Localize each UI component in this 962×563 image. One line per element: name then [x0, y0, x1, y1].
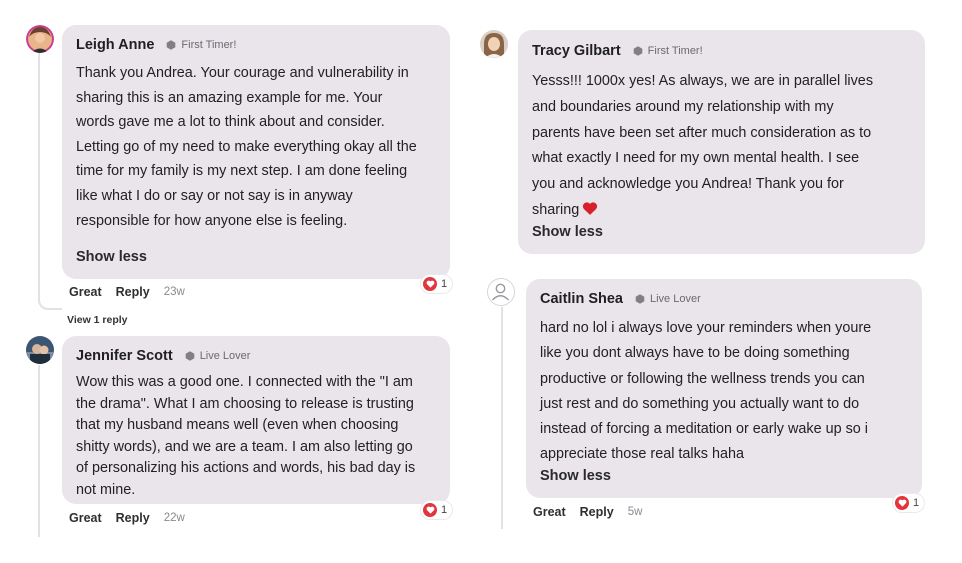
- show-less-link[interactable]: Show less: [532, 224, 603, 240]
- text-line: hard no lol i always love your reminders…: [540, 320, 872, 336]
- text-line: of personalizing his actions and words, …: [76, 460, 416, 477]
- hexagon-icon: [633, 46, 642, 56]
- avatar[interactable]: [26, 25, 54, 53]
- comment-actions: Great Reply 22w: [69, 511, 185, 525]
- reaction-count[interactable]: 1: [421, 501, 453, 519]
- comment-header: Leigh Anne First Timer!: [76, 37, 236, 53]
- comment-header: Jennifer Scott Live Lover: [76, 348, 250, 364]
- text-line: words gave me a lot to think about and c…: [76, 114, 385, 131]
- comment-text: Yesss!!! 1000x yes! As always, we are in…: [532, 69, 920, 224]
- reaction-number: 1: [441, 278, 448, 290]
- avatar[interactable]: [480, 30, 508, 58]
- thread-line: [501, 307, 503, 529]
- reply-connector: [38, 296, 62, 310]
- text-line: that my husband means well (even when ch…: [76, 417, 399, 434]
- timestamp: 22w: [163, 512, 185, 524]
- text-line: sharing: [532, 201, 580, 218]
- text-line: responsible for how anyone else is feeli…: [76, 212, 348, 229]
- text-line: and boundaries around my relationship wi…: [532, 98, 834, 115]
- comment-actions: Great Reply 23w: [69, 285, 185, 299]
- badge-label: Live Lover: [650, 293, 701, 305]
- reply-button[interactable]: Reply: [580, 505, 614, 519]
- member-badge: First Timer!: [166, 39, 236, 51]
- default-user-icon: [491, 283, 510, 301]
- hexagon-icon: [185, 351, 194, 361]
- view-replies-link[interactable]: View 1 reply: [67, 314, 128, 326]
- author-name[interactable]: Jennifer Scott: [76, 348, 173, 364]
- reaction-count[interactable]: 1: [893, 494, 925, 512]
- reaction-number: 1: [441, 504, 448, 516]
- timestamp: 23w: [163, 286, 185, 298]
- text-line: just rest and do something you actually …: [540, 395, 860, 412]
- heart-icon: [423, 503, 437, 517]
- comment-header: Tracy Gilbart First Timer!: [532, 43, 703, 59]
- text-line: not mine.: [76, 481, 136, 498]
- reply-button[interactable]: Reply: [116, 511, 150, 525]
- member-badge: Live Lover: [635, 293, 701, 305]
- text-line: you and acknowledge you Andrea! Thank yo…: [532, 176, 844, 193]
- avatar[interactable]: [26, 336, 54, 364]
- member-badge: Live Lover: [185, 350, 251, 362]
- text-line: instead of forcing a meditation or early…: [540, 421, 868, 438]
- comment-text: Wow this was a good one. I connected wit…: [76, 372, 444, 502]
- reaction-count[interactable]: 1: [421, 275, 453, 293]
- badge-label: First Timer!: [647, 45, 703, 57]
- text-line: Letting go of my need to make everything…: [76, 138, 417, 155]
- text-line: Thank you Andrea. Your courage and vulne…: [76, 65, 409, 81]
- text-line: appreciate those real talks haha: [540, 446, 744, 463]
- text-line: shitty words), and we are a team. I am a…: [76, 438, 413, 455]
- text-line: parents have been set after much conside…: [532, 124, 872, 141]
- avatar[interactable]: [487, 278, 515, 306]
- text-line: the drama". What I am choosing to releas…: [76, 395, 414, 412]
- heart-icon: [423, 277, 437, 291]
- thread-line: [38, 365, 40, 537]
- text-line: time for my family is my next step. I am…: [76, 163, 408, 180]
- great-button[interactable]: Great: [69, 285, 102, 299]
- comment-text: Thank you Andrea. Your courage and vulne…: [76, 61, 444, 233]
- reply-button[interactable]: Reply: [116, 285, 150, 299]
- text-line: Wow this was a good one. I connected wit…: [76, 374, 413, 390]
- heart-icon: [895, 496, 909, 510]
- hexagon-icon: [635, 294, 645, 304]
- red-heart-emoji: [583, 202, 598, 215]
- comment-text: hard no lol i always love your reminders…: [540, 316, 918, 468]
- text-line: Yesss!!! 1000x yes! As always, we are in…: [532, 73, 874, 89]
- author-name[interactable]: Leigh Anne: [76, 37, 154, 53]
- great-button[interactable]: Great: [69, 511, 102, 525]
- comment-actions: Great Reply 5w: [533, 505, 642, 519]
- member-badge: First Timer!: [633, 45, 703, 57]
- author-name[interactable]: Caitlin Shea: [540, 291, 623, 307]
- author-name[interactable]: Tracy Gilbart: [532, 43, 621, 59]
- show-less-link[interactable]: Show less: [540, 468, 611, 484]
- text-line: what exactly I need for my own mental he…: [532, 150, 860, 167]
- show-less-link[interactable]: Show less: [76, 249, 147, 265]
- great-button[interactable]: Great: [533, 505, 566, 519]
- text-line: productive or following the wellness tre…: [540, 370, 865, 387]
- comment-header: Caitlin Shea Live Lover: [540, 291, 701, 307]
- text-line: like what I do or say or not say is in a…: [76, 187, 353, 204]
- badge-label: First Timer!: [181, 39, 237, 51]
- reaction-number: 1: [913, 497, 920, 509]
- text-line: like you dont always have to be doing so…: [540, 345, 850, 362]
- thread-line: [38, 52, 40, 298]
- text-line-with-emoji: sharing: [532, 198, 920, 224]
- badge-label: Live Lover: [199, 350, 251, 362]
- text-line: sharing this is an amazing example for m…: [76, 89, 383, 106]
- timestamp: 5w: [627, 506, 643, 518]
- hexagon-icon: [167, 40, 176, 50]
